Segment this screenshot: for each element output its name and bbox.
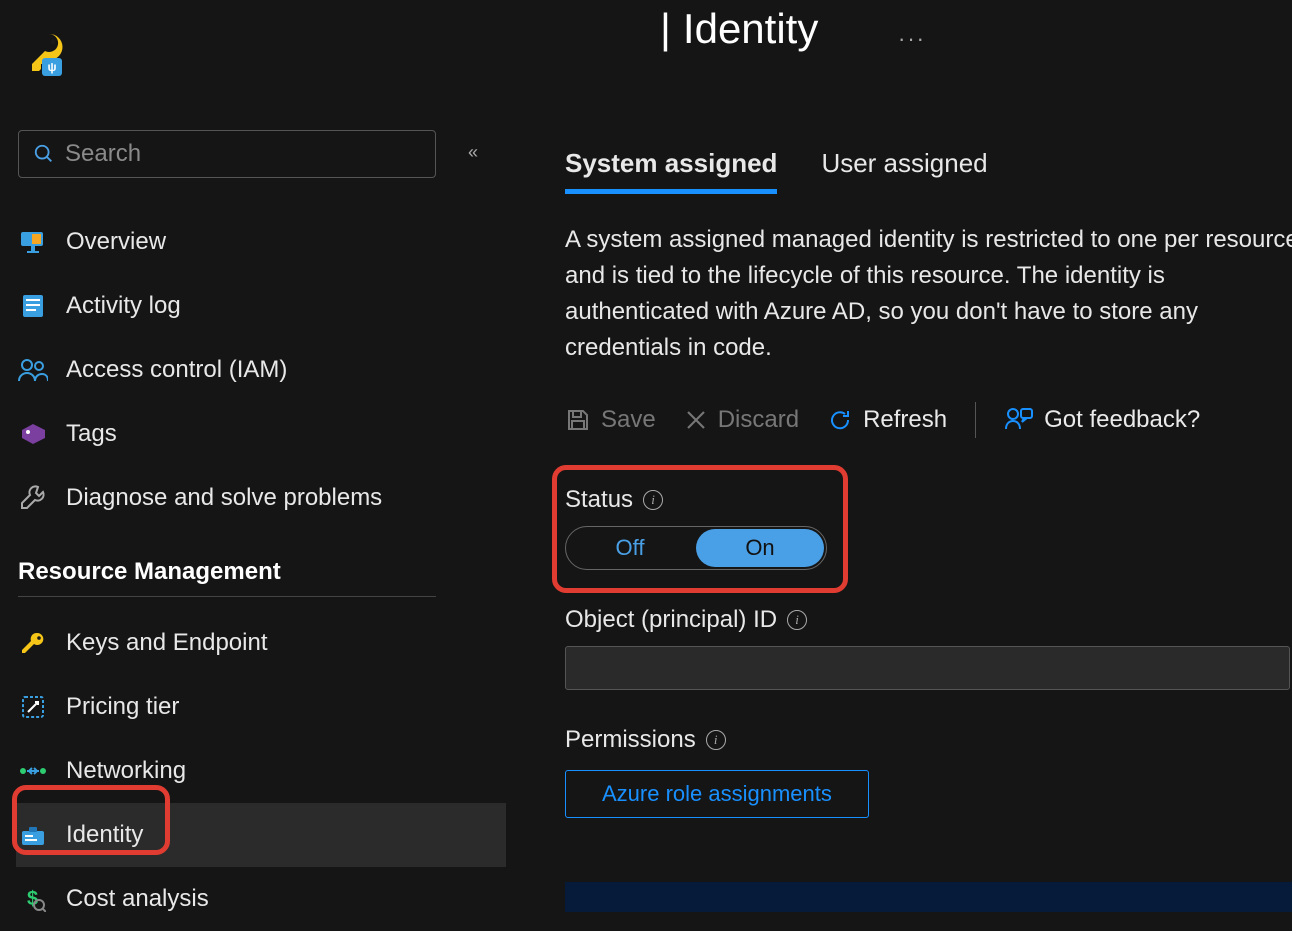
sidebar-item-tags[interactable]: Tags xyxy=(18,402,508,466)
pricing-icon xyxy=(18,692,48,722)
azure-role-assignments-button[interactable]: Azure role assignments xyxy=(565,770,869,818)
refresh-icon xyxy=(827,407,853,433)
sidebar-item-access-control[interactable]: Access control (IAM) xyxy=(18,338,508,402)
divider xyxy=(18,596,436,597)
search-placeholder: Search xyxy=(65,140,141,168)
sidebar-item-diagnose[interactable]: Diagnose and solve problems xyxy=(18,466,508,530)
status-on[interactable]: On xyxy=(696,529,824,567)
tags-icon xyxy=(18,419,48,449)
resource-icon: ψ xyxy=(20,30,68,78)
permissions-label: Permissions i xyxy=(565,726,1292,754)
page-title: | Identity xyxy=(660,5,818,53)
info-icon[interactable]: i xyxy=(643,490,663,510)
save-icon xyxy=(565,407,591,433)
status-off[interactable]: Off xyxy=(566,527,694,569)
wrench-icon xyxy=(18,483,48,513)
people-icon xyxy=(18,355,48,385)
identity-description: A system assigned managed identity is re… xyxy=(565,222,1292,366)
tab-user-assigned[interactable]: User assigned xyxy=(821,148,987,194)
save-button[interactable]: Save xyxy=(565,406,656,434)
identity-icon xyxy=(18,820,48,850)
sidebar-item-cost-analysis[interactable]: $ Cost analysis xyxy=(18,867,508,931)
sidebar-item-pricing-tier[interactable]: Pricing tier xyxy=(18,675,508,739)
feedback-button[interactable]: Got feedback? xyxy=(1004,406,1200,434)
svg-text:$: $ xyxy=(27,888,38,910)
networking-icon xyxy=(18,756,48,786)
search-input[interactable]: Search xyxy=(18,130,436,178)
svg-text:ψ: ψ xyxy=(47,60,56,74)
collapse-sidebar-button[interactable]: « xyxy=(468,142,478,163)
info-icon[interactable]: i xyxy=(787,610,807,630)
sidebar-item-identity[interactable]: Identity xyxy=(16,803,506,867)
sidebar-item-networking[interactable]: Networking xyxy=(18,739,508,803)
activity-log-icon xyxy=(18,291,48,321)
sidebar-item-overview[interactable]: Overview xyxy=(18,210,508,274)
feedback-icon xyxy=(1004,406,1034,434)
object-id-label: Object (principal) ID i xyxy=(565,606,1292,634)
discard-button[interactable]: Discard xyxy=(684,406,799,434)
close-icon xyxy=(684,408,708,432)
status-label: Status i xyxy=(565,486,1292,514)
search-icon xyxy=(33,143,55,165)
info-icon[interactable]: i xyxy=(706,730,726,750)
overview-icon xyxy=(18,227,48,257)
cost-icon: $ xyxy=(18,884,48,914)
toolbar-separator xyxy=(975,402,976,438)
sidebar-item-keys-endpoint[interactable]: Keys and Endpoint xyxy=(18,611,508,675)
key-icon xyxy=(18,628,48,658)
tab-system-assigned[interactable]: System assigned xyxy=(565,148,777,194)
refresh-button[interactable]: Refresh xyxy=(827,406,947,434)
toolbar: Save Discard Refresh xyxy=(565,402,1292,438)
more-menu[interactable]: ··· xyxy=(898,26,926,52)
bottom-banner xyxy=(565,882,1292,912)
section-header-resource-management: Resource Management xyxy=(18,558,508,586)
status-toggle[interactable]: Off On xyxy=(565,526,827,570)
sidebar-item-activity-log[interactable]: Activity log xyxy=(18,274,508,338)
object-id-input[interactable] xyxy=(565,646,1290,690)
